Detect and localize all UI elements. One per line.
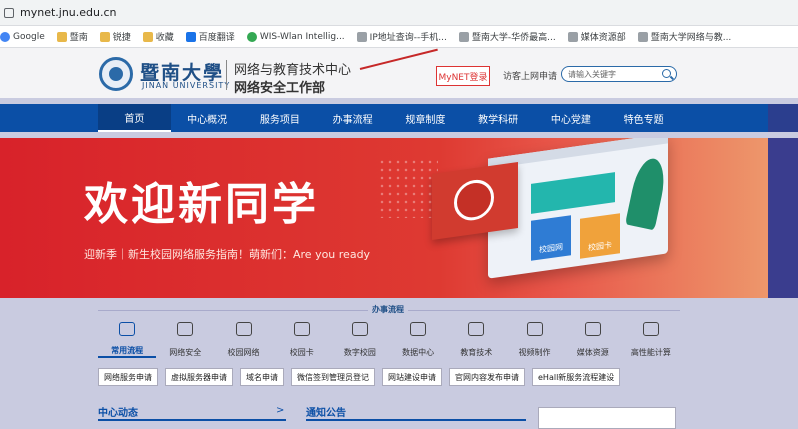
university-card-illustration — [432, 161, 518, 241]
domain-apply-button[interactable]: 域名申请 — [240, 368, 284, 386]
address-bar[interactable]: mynet.jnu.edu.cn — [0, 0, 798, 26]
logo-english[interactable]: JINAN UNIVERSITY — [142, 81, 230, 90]
bookmark-ruijie[interactable]: 锐捷 — [99, 30, 131, 43]
page-icon — [637, 31, 648, 42]
page-icon — [567, 31, 578, 42]
laptop-icon — [351, 322, 368, 336]
google-icon — [0, 31, 10, 42]
bookmark-network-center[interactable]: 暨南大学网络与教... — [637, 30, 731, 43]
bookmark-baidu-translate[interactable]: 百度翻译 — [185, 30, 235, 43]
nav-regulations[interactable]: 规章制度 — [389, 104, 462, 132]
virtual-server-apply-button[interactable]: 虚拟服务器申请 — [165, 368, 233, 386]
logo-divider — [226, 60, 227, 90]
bookmark-favorites[interactable]: 收藏 — [142, 30, 174, 43]
banner-side-block — [768, 138, 798, 298]
hero-banner[interactable]: 欢迎新同学 迎新季｜新生校园网络服务指南！萌新们：Are you ready 校… — [0, 138, 798, 298]
nav-side-block — [768, 104, 798, 132]
cloud-icon — [410, 322, 427, 336]
tab-campus-network[interactable]: 校园网络 — [214, 322, 272, 358]
dept-name-line2: 网络安全工作部 — [234, 81, 326, 96]
university-emblem-icon[interactable] — [99, 57, 133, 91]
nav-services[interactable]: 服务项目 — [244, 104, 317, 132]
search-icon[interactable] — [662, 69, 671, 78]
notice-underline — [306, 419, 526, 421]
page-icon — [458, 31, 469, 42]
tab-digital-campus[interactable]: 数字校园 — [331, 322, 389, 358]
nav-topics[interactable]: 特色专题 — [607, 104, 680, 132]
folder-icon — [56, 31, 67, 42]
bookmark-ip-lookup[interactable]: IP地址查询--手机... — [356, 30, 447, 43]
service-buttons: 网络服务申请 虚拟服务器申请 域名申请 微信签到管理员登记 网站建设申请 官网内… — [98, 368, 680, 386]
tab-campus-card[interactable]: 校园卡 — [273, 322, 331, 358]
tab-data-center[interactable]: 数据中心 — [389, 322, 447, 358]
notice-section-title: 通知公告 — [306, 408, 346, 419]
nav-party[interactable]: 中心党建 — [535, 104, 608, 132]
mynet-login-button[interactable]: MyNET登录 — [436, 66, 490, 86]
tab-education-tech[interactable]: 教育技术 — [447, 322, 505, 358]
search-box[interactable] — [561, 66, 677, 82]
dots-decoration — [378, 158, 438, 218]
wlan-icon — [246, 31, 257, 42]
website-build-apply-button[interactable]: 网站建设申请 — [382, 368, 442, 386]
campus-network-card: 校园网 — [531, 215, 571, 261]
search-input[interactable] — [568, 69, 660, 79]
folder-icon — [142, 31, 153, 42]
globe-icon — [235, 322, 252, 336]
card-icon — [293, 322, 310, 336]
nav-about[interactable]: 中心概况 — [171, 104, 244, 132]
bookmark-wis-wlan[interactable]: WIS-Wlan Intellig... — [246, 31, 345, 42]
bookmark-media[interactable]: 媒体资源部 — [567, 30, 626, 43]
translate-icon — [185, 31, 196, 42]
nav-home[interactable]: 首页 — [98, 104, 171, 132]
tab-video-production[interactable]: 视频制作 — [505, 322, 563, 358]
news-more-link[interactable]: > — [276, 405, 284, 416]
bookmark-jinan[interactable]: 暨南 — [56, 30, 88, 43]
video-icon — [526, 322, 543, 336]
bookmark-jnu-home[interactable]: 暨南大学-华侨最高... — [458, 30, 556, 43]
tab-network-security[interactable]: 网络安全 — [156, 322, 214, 358]
nav-research[interactable]: 教学科研 — [462, 104, 535, 132]
graduation-cap-icon — [468, 322, 485, 336]
nav-procedures[interactable]: 办事流程 — [316, 104, 389, 132]
banner-subtitle: 迎新季｜新生校园网络服务指南！萌新们：Are you ready — [84, 248, 371, 261]
bookmarks-bar: Google 暨南 锐捷 收藏 百度翻译 WIS-Wlan Intellig..… — [0, 26, 798, 48]
visitor-apply-link[interactable]: 访客上网申请 — [503, 69, 557, 82]
side-panel — [538, 407, 676, 429]
bookmark-google[interactable]: Google — [0, 31, 45, 42]
image-icon — [584, 322, 601, 336]
banner-title: 欢迎新同学 — [84, 179, 319, 230]
campus-card-card: 校园卡 — [580, 213, 620, 259]
info-icon[interactable] — [4, 7, 14, 18]
network-service-apply-button[interactable]: 网络服务申请 — [98, 368, 158, 386]
gears-icon — [642, 322, 659, 336]
shield-icon — [177, 322, 194, 336]
site-header: 暨南大學 JINAN UNIVERSITY 网络与教育技术中心 网络安全工作部 … — [0, 48, 798, 98]
news-section-title: 中心动态 — [98, 408, 138, 419]
seal-icon — [454, 177, 494, 223]
wechat-admin-register-button[interactable]: 微信签到管理员登记 — [291, 368, 375, 386]
ehall-process-button[interactable]: eHall新服务流程建设 — [532, 368, 621, 386]
official-content-publish-button[interactable]: 官网内容发布申请 — [449, 368, 525, 386]
tab-common[interactable]: 常用流程 — [98, 322, 157, 358]
dept-name-line1: 网络与教育技术中心 — [234, 63, 352, 78]
url-text[interactable]: mynet.jnu.edu.cn — [20, 6, 117, 19]
service-tabs: 常用流程 网络安全 校园网络 校园卡 数字校园 数据中心 教育技术 视频制作 媒… — [98, 322, 680, 358]
tab-hpc[interactable]: 高性能计算 — [622, 322, 680, 358]
main-nav: 首页 中心概况 服务项目 办事流程 规章制度 教学科研 中心党建 特色专题 — [0, 104, 798, 132]
tab-media-resources[interactable]: 媒体资源 — [564, 322, 622, 358]
folder-icon — [99, 31, 110, 42]
page-icon — [356, 31, 367, 42]
news-underline — [98, 419, 286, 421]
services-title: 办事流程 — [368, 304, 408, 315]
grid-icon — [119, 322, 136, 336]
